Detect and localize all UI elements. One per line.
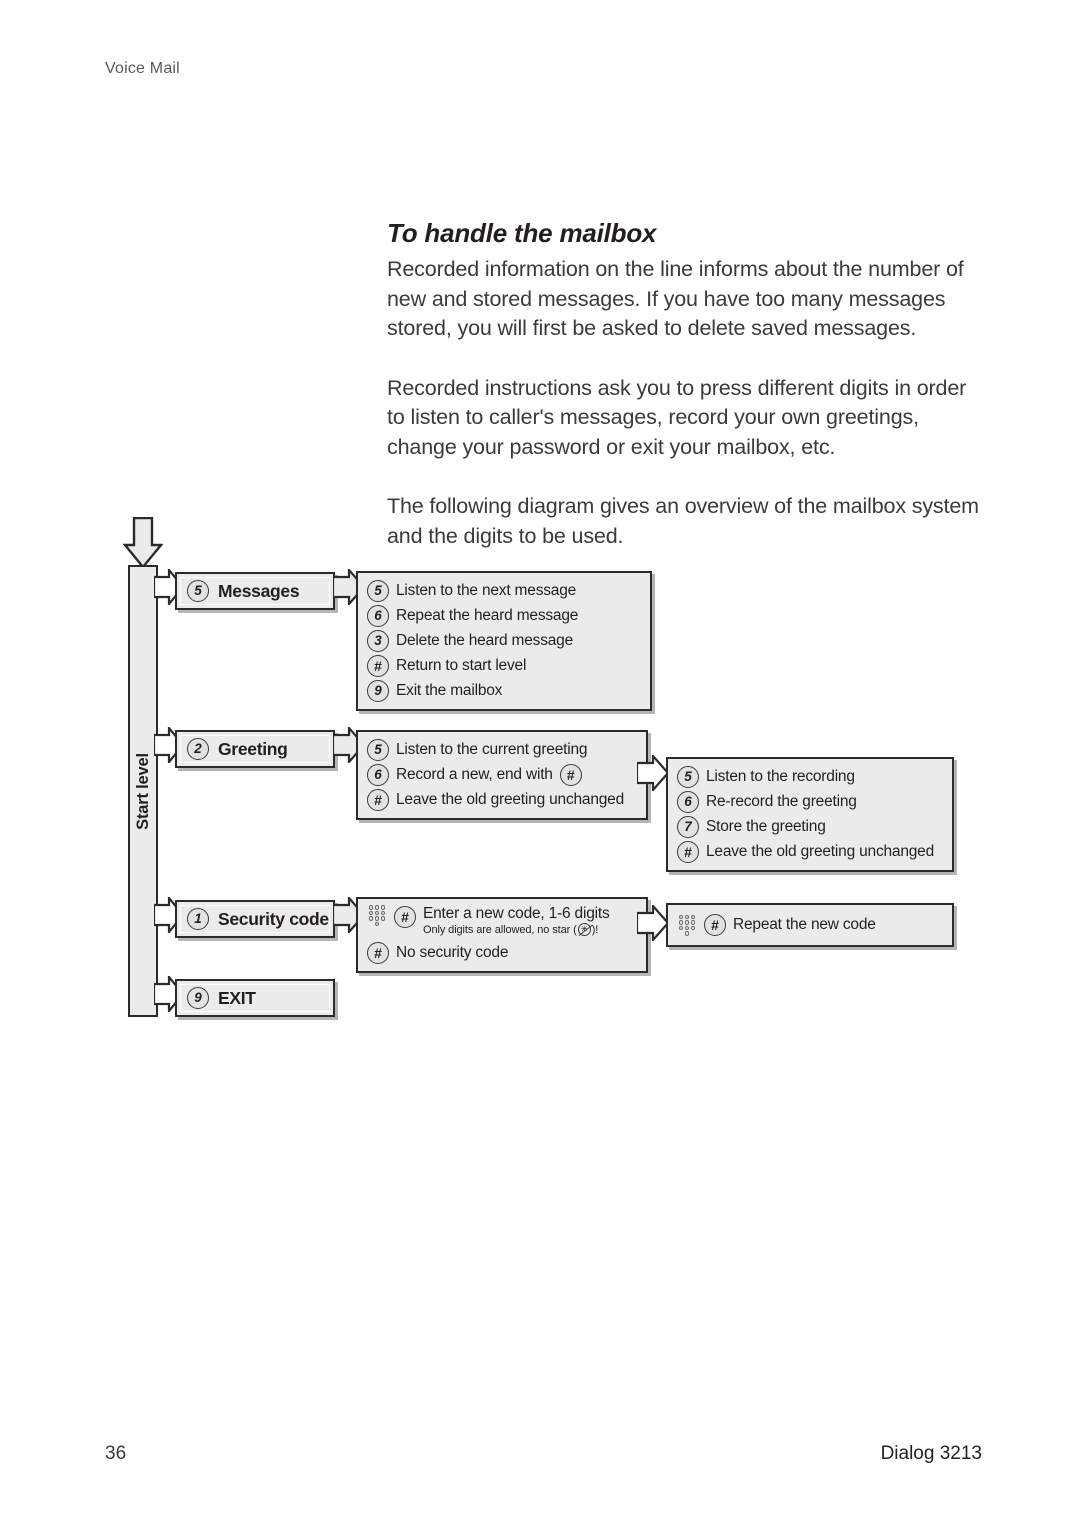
repeat-code-box: # Repeat the new code — [666, 903, 954, 947]
key-badge: 5 — [677, 766, 699, 788]
key-badge: # — [394, 906, 416, 928]
list-item[interactable]: # No security code — [367, 942, 636, 964]
option-label: Record a new, end with — [396, 766, 553, 783]
key-badge: # — [704, 914, 726, 936]
list-item[interactable]: 3 Delete the heard message — [367, 630, 640, 652]
key-badge: 1 — [187, 908, 209, 930]
key-badge: 9 — [187, 987, 209, 1009]
key-badge: 6 — [367, 605, 389, 627]
greeting-box[interactable]: 2 Greeting — [175, 730, 335, 768]
key-badge: 7 — [677, 816, 699, 838]
option-label: Leave the old greeting unchanged — [396, 791, 625, 808]
keypad-icon — [677, 914, 697, 936]
messages-box[interactable]: 5 Messages — [175, 572, 335, 610]
star-disallowed-icon: ✳ — [577, 923, 591, 936]
list-item[interactable]: # Enter a new code, 1-6 digits Only digi… — [367, 905, 636, 936]
page-number: 36 — [105, 1443, 127, 1464]
key-badge: # — [367, 655, 389, 677]
greeting-options-box: 5 Listen to the current greeting 6 Recor… — [356, 730, 648, 820]
list-item[interactable]: 6 Repeat the heard message — [367, 605, 640, 627]
option-label: Enter a new code, 1-6 digits — [423, 905, 610, 922]
mailbox-flow-diagram: Start level 5 Messages 5 Listen to the n… — [110, 515, 990, 1045]
list-item[interactable]: # Return to start level — [367, 655, 640, 677]
option-label: No security code — [396, 944, 509, 961]
running-head: Voice Mail — [105, 60, 180, 77]
key-badge: # — [367, 942, 389, 964]
list-item[interactable]: 7 Store the greeting — [677, 816, 942, 838]
paragraph-2: Recorded instructions ask you to press d… — [387, 375, 967, 459]
key-badge: 5 — [187, 580, 209, 602]
start-level-label: Start level — [133, 752, 152, 830]
security-code-label: Security code — [218, 908, 329, 929]
option-label: Leave the old greeting unchanged — [706, 843, 935, 860]
device-model: Dialog 3213 — [880, 1443, 982, 1464]
security-code-box[interactable]: 1 Security code — [175, 900, 335, 938]
option-label: Listen to the current greeting — [396, 741, 588, 758]
option-label: Repeat the heard message — [396, 607, 579, 624]
key-badge: 3 — [367, 630, 389, 652]
list-item[interactable]: 9 Exit the mailbox — [367, 680, 640, 702]
security-options-box: # Enter a new code, 1-6 digits Only digi… — [356, 897, 648, 973]
exit-label: EXIT — [218, 987, 256, 1008]
security-note: Only digits are allowed, no star ( ✳ )! — [423, 923, 610, 936]
key-badge: 2 — [187, 738, 209, 760]
option-label: Listen to the next message — [396, 582, 577, 599]
key-badge: # — [677, 841, 699, 863]
key-badge: 9 — [367, 680, 389, 702]
list-item[interactable]: 6 Record a new, end with # — [367, 764, 636, 786]
text-column: To handle the mailbox Recorded informati… — [387, 218, 987, 551]
option-label: Store the greeting — [706, 818, 826, 835]
messages-label: Messages — [218, 580, 300, 601]
connector-security-repeat — [637, 905, 669, 941]
option-label: Re-record the greeting — [706, 793, 857, 810]
list-item[interactable]: # Leave the old greeting unchanged — [677, 841, 942, 863]
option-label: Delete the heard message — [396, 632, 574, 649]
list-item[interactable]: 5 Listen to the recording — [677, 766, 942, 788]
key-badge: 6 — [367, 764, 389, 786]
key-badge: # — [367, 789, 389, 811]
down-block-arrow-icon — [123, 517, 163, 569]
list-item[interactable]: 6 Re-record the greeting — [677, 791, 942, 813]
option-label: Return to start level — [396, 657, 527, 674]
page-title: To handle the mailbox — [387, 218, 657, 248]
exit-box[interactable]: 9 EXIT — [175, 979, 335, 1017]
list-item[interactable]: 5 Listen to the next message — [367, 580, 640, 602]
key-badge: 6 — [677, 791, 699, 813]
greeting-recording-options-box: 5 Listen to the recording 6 Re-record th… — [666, 757, 954, 872]
keypad-icon — [367, 905, 387, 926]
key-badge: 5 — [367, 580, 389, 602]
note-text-before: Only digits are allowed, no star ( — [423, 923, 577, 936]
option-label: Repeat the new code — [733, 916, 876, 933]
list-item[interactable]: 5 Listen to the current greeting — [367, 739, 636, 761]
connector-greeting-sub — [637, 755, 669, 791]
key-badge-trailing: # — [559, 764, 582, 786]
option-label: Exit the mailbox — [396, 682, 503, 699]
paragraph-1: Recorded information on the line informs… — [387, 257, 964, 340]
option-label: Listen to the recording — [706, 768, 855, 785]
messages-options-box: 5 Listen to the next message 6 Repeat th… — [356, 571, 652, 711]
key-badge: 5 — [367, 739, 389, 761]
list-item[interactable]: # Leave the old greeting unchanged — [367, 789, 636, 811]
greeting-label: Greeting — [218, 738, 288, 759]
